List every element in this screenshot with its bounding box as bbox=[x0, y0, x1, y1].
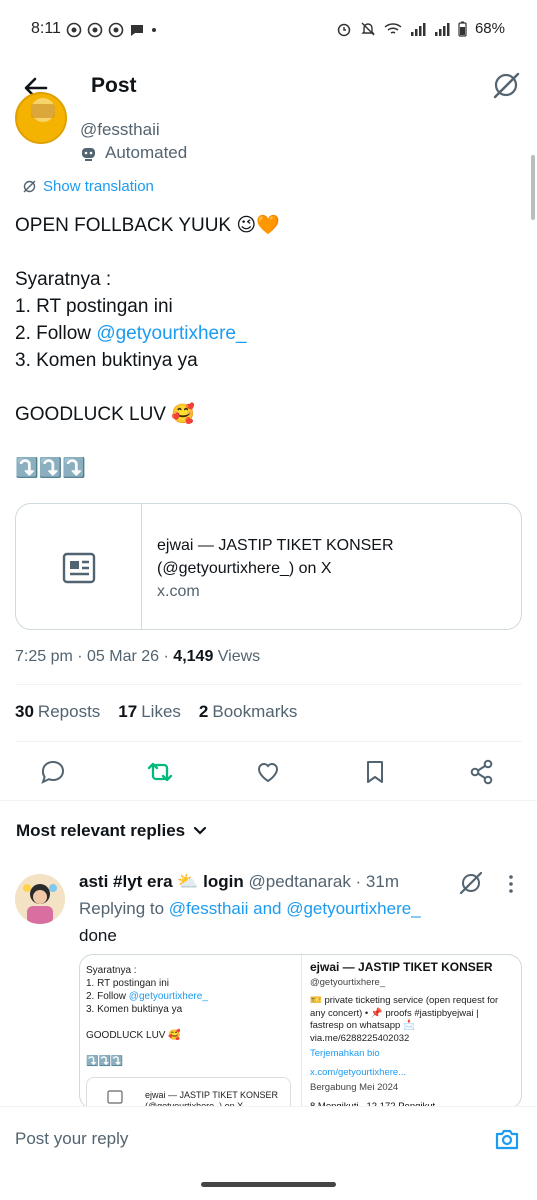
link-card-domain: x.com bbox=[157, 583, 200, 600]
gesture-bar[interactable] bbox=[201, 1182, 336, 1187]
grok-icon[interactable] bbox=[491, 70, 521, 100]
tweet-line: 1. RT postingan ini bbox=[15, 296, 173, 317]
tweet-line bbox=[15, 239, 515, 266]
link-card[interactable]: ejwai — JASTIP TIKET KONSER (@getyourtix… bbox=[15, 503, 522, 630]
chevron-down-icon bbox=[194, 826, 207, 835]
more-notifications-icon bbox=[152, 28, 156, 32]
reply-icon[interactable] bbox=[39, 758, 67, 786]
whatsapp-icon bbox=[66, 22, 82, 38]
author-avatar[interactable] bbox=[15, 92, 67, 144]
mention-link[interactable]: @getyourtixhere_ bbox=[96, 323, 246, 344]
signal-icon bbox=[434, 22, 450, 36]
status-time: 8:11 bbox=[31, 20, 61, 37]
likes-stat[interactable]: 17 Likes bbox=[118, 702, 181, 722]
scrollbar[interactable] bbox=[531, 155, 535, 220]
tweet-stats: 30 Reposts 17 Likes 2 Bookmarks bbox=[15, 702, 297, 722]
message-icon bbox=[131, 25, 143, 36]
repost-icon[interactable] bbox=[146, 758, 174, 786]
page-title: Post bbox=[91, 74, 137, 97]
reply-header: asti #lyt era ⛅ login @pedtanarak · 31m bbox=[79, 872, 399, 892]
app-bar: Post bbox=[0, 62, 537, 114]
reply-composer[interactable]: Post your reply bbox=[0, 1106, 537, 1164]
replies-sort-dropdown[interactable]: Most relevant replies bbox=[16, 821, 207, 841]
whatsapp-icon bbox=[87, 22, 103, 38]
tweet-line: 2. Follow @getyourtixhere_ bbox=[15, 323, 247, 344]
tweet-meta: 7:25 pm · 05 Mar 26 · 4,149 Views bbox=[15, 648, 260, 666]
more-options-icon[interactable] bbox=[505, 872, 517, 896]
reply-text: done bbox=[79, 926, 117, 945]
battery-percent: 68% bbox=[474, 20, 505, 37]
status-right: 68% bbox=[336, 20, 505, 37]
tweet-line bbox=[15, 428, 515, 455]
share-icon[interactable] bbox=[468, 758, 496, 786]
reply-input[interactable]: Post your reply bbox=[15, 1129, 128, 1149]
tweet-line: ⤵️⤵️⤵️ bbox=[15, 458, 86, 479]
tweet-timestamp: 7:25 pm · 05 Mar 26 · bbox=[15, 648, 174, 665]
camera-icon[interactable] bbox=[494, 1126, 520, 1152]
whatsapp-icon bbox=[108, 22, 124, 38]
reply-image-right: ejwai — JASTIP TIKET KONSER @getyourtixh… bbox=[301, 955, 521, 1108]
reply-author-name[interactable]: asti #lyt era ⛅ login bbox=[79, 872, 244, 891]
reply-avatar[interactable] bbox=[15, 874, 65, 924]
signal-icon bbox=[410, 22, 426, 36]
article-icon bbox=[62, 552, 95, 583]
notification-icons bbox=[66, 22, 158, 38]
reply-image[interactable]: Syaratnya : 1. RT postingan ini 2. Follo… bbox=[79, 954, 522, 1109]
grok-icon[interactable] bbox=[458, 870, 484, 896]
replying-to: Replying to @fessthaii and @getyourtixhe… bbox=[79, 899, 421, 918]
article-icon bbox=[107, 1090, 123, 1104]
reposts-stat[interactable]: 30 Reposts bbox=[15, 702, 100, 722]
status-bar: 8:11 68% bbox=[0, 0, 537, 62]
battery-icon bbox=[458, 21, 467, 37]
show-translation-link[interactable]: Show translation bbox=[22, 178, 154, 195]
link-card-thumbnail bbox=[16, 504, 142, 629]
mute-icon bbox=[361, 22, 375, 35]
author-handle[interactable]: @fessthaii bbox=[80, 120, 160, 140]
like-icon[interactable] bbox=[254, 758, 282, 786]
tweet-text: OPEN FOLLBACK YUUK 😉🧡 Syaratnya : 1. RT … bbox=[15, 212, 515, 482]
divider bbox=[15, 741, 522, 742]
views-count: 4,149 bbox=[173, 648, 214, 665]
tweet-line bbox=[15, 374, 515, 401]
action-bar bbox=[15, 752, 522, 792]
tweet-line: OPEN FOLLBACK YUUK 😉🧡 bbox=[15, 215, 280, 236]
tweet-line: Syaratnya : bbox=[15, 269, 112, 290]
bot-icon bbox=[82, 147, 95, 161]
bookmarks-stat[interactable]: 2 Bookmarks bbox=[199, 702, 298, 722]
divider bbox=[15, 684, 522, 685]
wifi-icon bbox=[384, 22, 402, 34]
reply-handle-time: @pedtanarak · 31m bbox=[243, 872, 400, 891]
link-card-title: ejwai — JASTIP TIKET KONSER (@getyourtix… bbox=[157, 537, 394, 577]
views-label: Views bbox=[213, 648, 261, 665]
tweet-line: 3. Komen buktinya ya bbox=[15, 350, 198, 371]
bookmark-icon[interactable] bbox=[361, 758, 389, 786]
mini-link-card: ejwai — JASTIP TIKET KONSER (@getyourtix… bbox=[86, 1077, 291, 1108]
replying-to-mentions[interactable]: @fessthaii and @getyourtixhere_ bbox=[169, 899, 421, 918]
tweet-line: GOODLUCK LUV 🥰 bbox=[15, 404, 195, 425]
section-divider bbox=[0, 800, 537, 801]
automated-label: Automated bbox=[80, 143, 187, 163]
grok-icon bbox=[23, 180, 36, 193]
alarm-icon bbox=[337, 23, 351, 36]
reply-image-left: Syaratnya : 1. RT postingan ini 2. Follo… bbox=[80, 955, 301, 1108]
